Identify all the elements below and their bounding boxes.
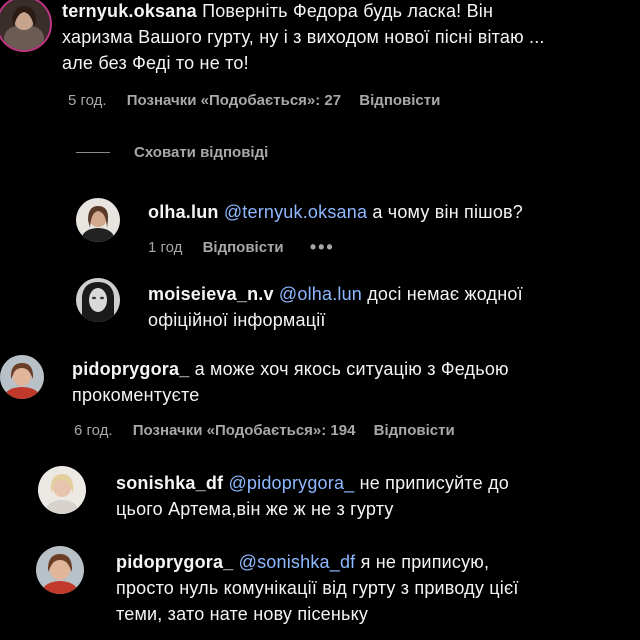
reply-text: olha.lun @ternyuk.oksana а чому він пішо… — [148, 199, 628, 225]
hide-replies-label: Сховати відповіді — [134, 143, 269, 161]
comment-line-2: прокоментуєте — [72, 385, 200, 405]
reply-meta: 1 год Відповісти ••• — [148, 237, 335, 258]
likes-count[interactable]: Позначки «Подобається»: 194 — [133, 422, 356, 439]
reply-line-3: теми, зато нате нову пісеньку — [116, 604, 369, 624]
reply-button[interactable]: Відповісти — [359, 92, 440, 109]
username[interactable]: pidoprygora_ — [72, 359, 189, 379]
comment-meta: 6 год. Позначки «Подобається»: 194 Відпо… — [74, 421, 455, 441]
mention-link[interactable]: @sonishka_df — [239, 552, 356, 572]
hide-replies-button[interactable]: Сховати відповіді — [76, 141, 268, 163]
reply-line-2: офіційної інформації — [148, 310, 326, 330]
comment-line-1: Поверніть Федора будь ласка! Він — [202, 1, 494, 21]
username[interactable]: sonishka_df — [116, 473, 223, 493]
more-options-icon[interactable]: ••• — [310, 237, 335, 257]
avatar[interactable] — [0, 355, 44, 399]
comment-text: ternyuk.oksana Поверніть Федора будь лас… — [62, 0, 632, 76]
mention-link[interactable]: @ternyuk.oksana — [224, 202, 367, 222]
reply-button[interactable]: Відповісти — [374, 422, 455, 439]
divider-line — [76, 151, 110, 153]
avatar[interactable] — [36, 546, 84, 594]
avatar[interactable] — [76, 198, 120, 242]
reply-text: moiseieva_n.v @olha.lun досі немає жодно… — [148, 281, 628, 333]
comment-meta: 5 год. Позначки «Подобається»: 27 Відпов… — [68, 91, 440, 111]
reply-line-1: я не приписую, — [360, 552, 490, 572]
username[interactable]: moiseieva_n.v — [148, 284, 274, 304]
avatar-image — [36, 546, 84, 594]
avatar-image — [38, 466, 86, 514]
comment-text: pidoprygora_ а може хоч якось ситуацію з… — [72, 356, 632, 408]
username[interactable]: pidoprygora_ — [116, 552, 233, 572]
mention-link[interactable]: @olha.lun — [279, 284, 362, 304]
reply-text: pidoprygora_ @sonishka_df я не приписую,… — [116, 549, 636, 627]
reply-text: sonishka_df @pidoprygora_ не приписуйте … — [116, 470, 636, 522]
likes-count[interactable]: Позначки «Подобається»: 27 — [127, 92, 341, 109]
comment-line-3: але без Феді то не то! — [62, 53, 249, 73]
mention-link[interactable]: @pidoprygora_ — [228, 473, 354, 493]
timestamp: 1 год — [148, 239, 183, 256]
avatar[interactable] — [38, 466, 86, 514]
avatar-image — [0, 355, 44, 399]
reply-line-1: а чому він пішов? — [372, 202, 524, 222]
avatar[interactable] — [0, 0, 52, 52]
avatar-image — [0, 0, 50, 50]
username[interactable]: olha.lun — [148, 202, 219, 222]
reply-button[interactable]: Відповісти — [203, 239, 284, 256]
timestamp: 5 год. — [68, 92, 107, 109]
avatar-image — [76, 198, 120, 242]
reply-line-1: не приписуйте до — [359, 473, 509, 493]
username[interactable]: ternyuk.oksana — [62, 1, 197, 21]
avatar-image — [76, 278, 120, 322]
reply-line-2: цього Артема,він же ж не з гурту — [116, 499, 394, 519]
timestamp: 6 год. — [74, 422, 113, 439]
avatar[interactable] — [76, 278, 120, 322]
comment-line-1: а може хоч якось ситуацію з Федьою — [194, 359, 509, 379]
comment-line-2: харизма Вашого гурту, ну і з виходом нов… — [62, 27, 545, 47]
reply-line-2: просто нуль комунікації від гурту з прив… — [116, 578, 519, 598]
reply-line-1: досі немає жодної — [367, 284, 523, 304]
